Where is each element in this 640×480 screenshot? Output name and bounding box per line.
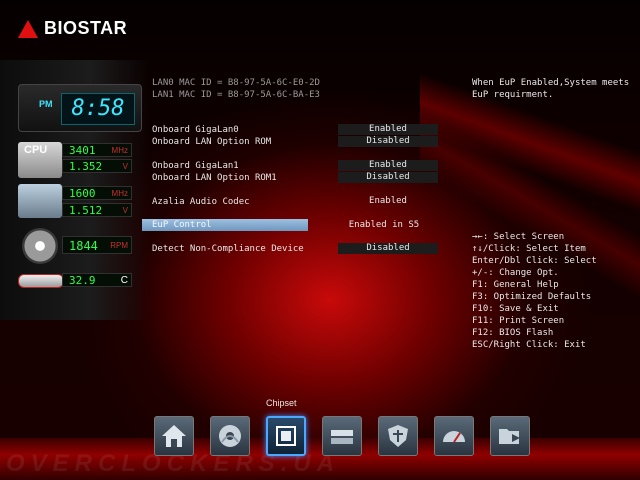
help-description-line2: EuP requirment.: [472, 90, 554, 100]
dock-advanced-button[interactable]: [210, 416, 250, 456]
memory-voltage-value: 1.512: [69, 204, 103, 217]
dock-active-label: Chipset: [266, 398, 297, 408]
setting-lan-option-rom-label[interactable]: Onboard LAN Option ROM: [152, 137, 271, 147]
fan-speed-unit: RPM: [110, 241, 128, 250]
temperature-value: 32.9: [69, 274, 96, 287]
security-shield-icon: [388, 425, 408, 447]
help-key-f12: F12: BIOS Flash: [472, 328, 554, 338]
logo-text: BIOSTAR: [44, 18, 128, 38]
memory-frequency-unit: MHz: [111, 189, 128, 198]
help-key-esc: ESC/Right Click: Exit: [472, 340, 586, 350]
setting-onboard-gigalan0-value[interactable]: Enabled: [338, 124, 438, 135]
dock-security-button[interactable]: [378, 416, 418, 456]
memory-frequency-readout: 1600 MHz: [62, 186, 132, 200]
setting-detect-noncompliance-value[interactable]: Disabled: [338, 243, 438, 254]
help-key-select-item: ↑↓/Click: Select Item: [472, 244, 586, 254]
cd-disc-icon: [219, 425, 241, 447]
cpu-voltage-unit: V: [122, 162, 128, 171]
setting-azalia-audio-value[interactable]: Enabled: [338, 196, 438, 207]
speedometer-icon: [443, 431, 465, 443]
setting-onboard-gigalan1-label[interactable]: Onboard GigaLan1: [152, 161, 239, 171]
logo-triangle-icon: [18, 19, 38, 38]
temperature-sensor-icon: [18, 274, 64, 288]
dock-boot-button[interactable]: [322, 416, 362, 456]
biostar-logo: BIOSTAR: [18, 18, 127, 39]
dock-main-button[interactable]: [154, 416, 194, 456]
fan-speed-value: 1844: [69, 239, 98, 253]
clock-widget: PM 8:58: [18, 84, 142, 132]
dock-chipset-button[interactable]: [266, 416, 306, 456]
setting-lan-option-rom1-label[interactable]: Onboard LAN Option ROM1: [152, 173, 277, 183]
dock-performance-button[interactable]: [434, 416, 474, 456]
temperature-unit: C: [120, 275, 128, 286]
help-key-f10: F10: Save & Exit: [472, 304, 559, 314]
lan1-mac-id: LAN1 MAC ID = B8-97-5A-6C-BA-E3: [152, 90, 320, 100]
help-key-enter: Enter/Dbl Click: Select: [472, 256, 597, 266]
help-key-f3: F3: Optimized Defaults: [472, 292, 592, 302]
setting-eup-control-value[interactable]: Enabled in S5: [334, 220, 434, 231]
fan-speed-readout: 1844 RPM: [62, 236, 132, 254]
help-key-f1: F1: General Help: [472, 280, 559, 290]
memory-voltage-readout: 1.512 V: [62, 203, 132, 217]
setting-eup-control-label[interactable]: EuP Control: [152, 220, 212, 230]
clock-period: PM: [39, 99, 53, 109]
memory-voltage-unit: V: [122, 206, 128, 215]
memory-frequency-value: 1600: [69, 187, 96, 200]
help-description-line1: When EuP Enabled,System meets: [472, 78, 630, 88]
temperature-readout: 32.9 C: [62, 273, 132, 287]
setting-onboard-gigalan0-label[interactable]: Onboard GigaLan0: [152, 125, 239, 135]
background-stripes: [420, 0, 640, 300]
dock-watermark: OVERCLOCKERS.UA: [6, 450, 341, 477]
setting-onboard-gigalan1-value[interactable]: Enabled: [338, 160, 438, 171]
drive-icon: [331, 430, 353, 444]
cpu-frequency-value: 3401: [69, 144, 96, 157]
fan-icon: [22, 228, 58, 264]
setting-azalia-audio-label[interactable]: Azalia Audio Codec: [152, 197, 250, 207]
home-icon: [162, 425, 186, 447]
cpu-voltage-readout: 1.352 V: [62, 159, 132, 173]
lan0-mac-id: LAN0 MAC ID = B8-97-5A-6C-E0-2D: [152, 78, 320, 88]
setting-detect-noncompliance-label[interactable]: Detect Non-Compliance Device: [152, 244, 304, 254]
cpu-frequency-readout: 3401 MHz: [62, 143, 132, 157]
dock-save-exit-button[interactable]: [490, 416, 530, 456]
help-key-change-opt: +/-: Change Opt.: [472, 268, 559, 278]
cpu-voltage-value: 1.352: [69, 160, 103, 173]
memory-module-icon: [18, 184, 62, 218]
clock-time: 8:58: [61, 93, 135, 125]
cpu-frequency-unit: MHz: [111, 146, 128, 155]
setting-lan-option-rom-value[interactable]: Disabled: [338, 136, 438, 147]
cpu-label: CPU: [24, 144, 48, 156]
exit-folder-icon: [499, 429, 520, 444]
setting-lan-option-rom1-value[interactable]: Disabled: [338, 172, 438, 183]
help-key-select-screen: →←: Select Screen: [472, 232, 565, 242]
help-key-f11: F11: Print Screen: [472, 316, 565, 326]
chipset-icon: [276, 426, 296, 446]
